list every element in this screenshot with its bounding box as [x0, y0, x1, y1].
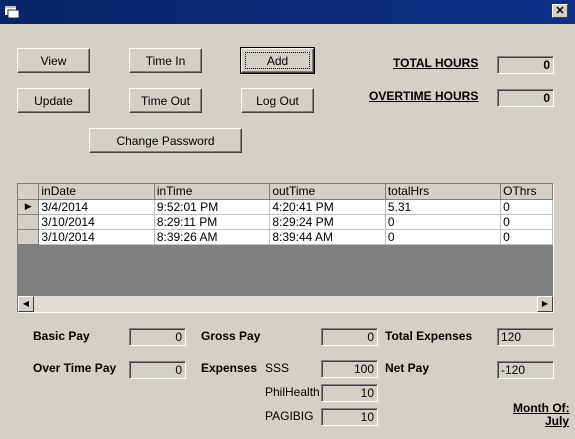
- row-selector[interactable]: [18, 214, 40, 230]
- total-hours-field: 0: [497, 56, 554, 74]
- philhealth-field: 10: [321, 384, 378, 402]
- gross-pay-label: Gross Pay: [201, 329, 261, 343]
- table-cell[interactable]: 5.31: [385, 199, 502, 215]
- table-cell[interactable]: 8:29:11 PM: [154, 214, 271, 230]
- total-expenses-field: 120: [497, 328, 554, 346]
- over-time-pay-label: Over Time Pay: [33, 361, 117, 375]
- table-cell[interactable]: 3/10/2014: [38, 214, 155, 230]
- column-header-indate[interactable]: inDate: [38, 184, 155, 200]
- sss-field: 100: [321, 360, 378, 378]
- table-row[interactable]: ▶ 3/4/2014 9:52:01 PM 4:20:41 PM 5.31 0: [18, 199, 553, 215]
- row-header-corner: [18, 184, 40, 200]
- month-value: July: [545, 414, 570, 428]
- current-row-indicator-icon[interactable]: ▶: [18, 199, 40, 215]
- overtime-hours-label: OVERTIME HOURS: [369, 89, 479, 103]
- pagibig-field: 10: [321, 408, 378, 426]
- total-expenses-label: Total Expenses: [385, 329, 473, 343]
- scroll-right-icon[interactable]: ▶: [537, 296, 553, 312]
- table-cell[interactable]: 8:39:26 AM: [154, 229, 271, 245]
- table-cell[interactable]: 3/10/2014: [38, 229, 155, 245]
- update-button[interactable]: Update: [17, 88, 90, 113]
- timesheet-grid[interactable]: inDate inTime outTime totalHrs OThrs ▶ 3…: [17, 183, 554, 313]
- table-cell[interactable]: 3/4/2014: [38, 199, 155, 215]
- scroll-left-icon[interactable]: ◀: [18, 296, 34, 312]
- table-cell[interactable]: 8:29:24 PM: [269, 214, 386, 230]
- table-cell[interactable]: 0: [500, 214, 553, 230]
- table-cell[interactable]: 8:39:44 AM: [269, 229, 386, 245]
- log-out-button[interactable]: Log Out: [241, 88, 314, 113]
- total-hours-label: TOTAL HOURS: [393, 56, 479, 70]
- table-cell[interactable]: 0: [385, 229, 502, 245]
- pagibig-label: PAGIBIG: [265, 409, 314, 423]
- gross-pay-field: 0: [321, 328, 378, 346]
- expenses-label: Expenses: [201, 361, 258, 375]
- time-in-button[interactable]: Time In: [129, 48, 202, 73]
- table-header-row: inDate inTime outTime totalHrs OThrs: [18, 184, 553, 200]
- sss-label: SSS: [265, 361, 290, 375]
- table-row[interactable]: 3/10/2014 8:39:26 AM 8:39:44 AM 0 0: [18, 229, 553, 245]
- table-cell[interactable]: 4:20:41 PM: [269, 199, 386, 215]
- column-header-othrs[interactable]: OThrs: [500, 184, 553, 200]
- title-bar: ✕: [0, 0, 575, 24]
- net-pay-field: -120: [497, 361, 554, 379]
- table-cell[interactable]: 0: [385, 214, 502, 230]
- table-cell[interactable]: 0: [500, 229, 553, 245]
- app-icon: [5, 6, 19, 18]
- change-password-button[interactable]: Change Password: [89, 128, 242, 153]
- philhealth-label: PhilHealth: [265, 385, 320, 399]
- time-out-button[interactable]: Time Out: [129, 88, 202, 113]
- row-selector[interactable]: [18, 229, 40, 245]
- timesheet-table: inDate inTime outTime totalHrs OThrs ▶ 3…: [18, 184, 553, 245]
- column-header-intime[interactable]: inTime: [154, 184, 271, 200]
- overtime-hours-field: 0: [497, 89, 554, 107]
- column-header-totalhrs[interactable]: totalHrs: [385, 184, 502, 200]
- add-button[interactable]: Add: [240, 47, 315, 74]
- month-of-label: Month Of:: [513, 401, 570, 415]
- table-row[interactable]: 3/10/2014 8:29:11 PM 8:29:24 PM 0 0: [18, 214, 553, 230]
- net-pay-label: Net Pay: [385, 361, 430, 375]
- basic-pay-label: Basic Pay: [33, 329, 90, 343]
- close-button[interactable]: ✕: [552, 4, 568, 18]
- table-cell[interactable]: 9:52:01 PM: [154, 199, 271, 215]
- horizontal-scrollbar[interactable]: ◀ ▶: [18, 296, 553, 312]
- basic-pay-field: 0: [129, 328, 186, 346]
- table-cell[interactable]: 0: [500, 199, 553, 215]
- over-time-pay-field: 0: [129, 361, 186, 379]
- view-button[interactable]: View: [17, 48, 90, 73]
- column-header-outtime[interactable]: outTime: [269, 184, 386, 200]
